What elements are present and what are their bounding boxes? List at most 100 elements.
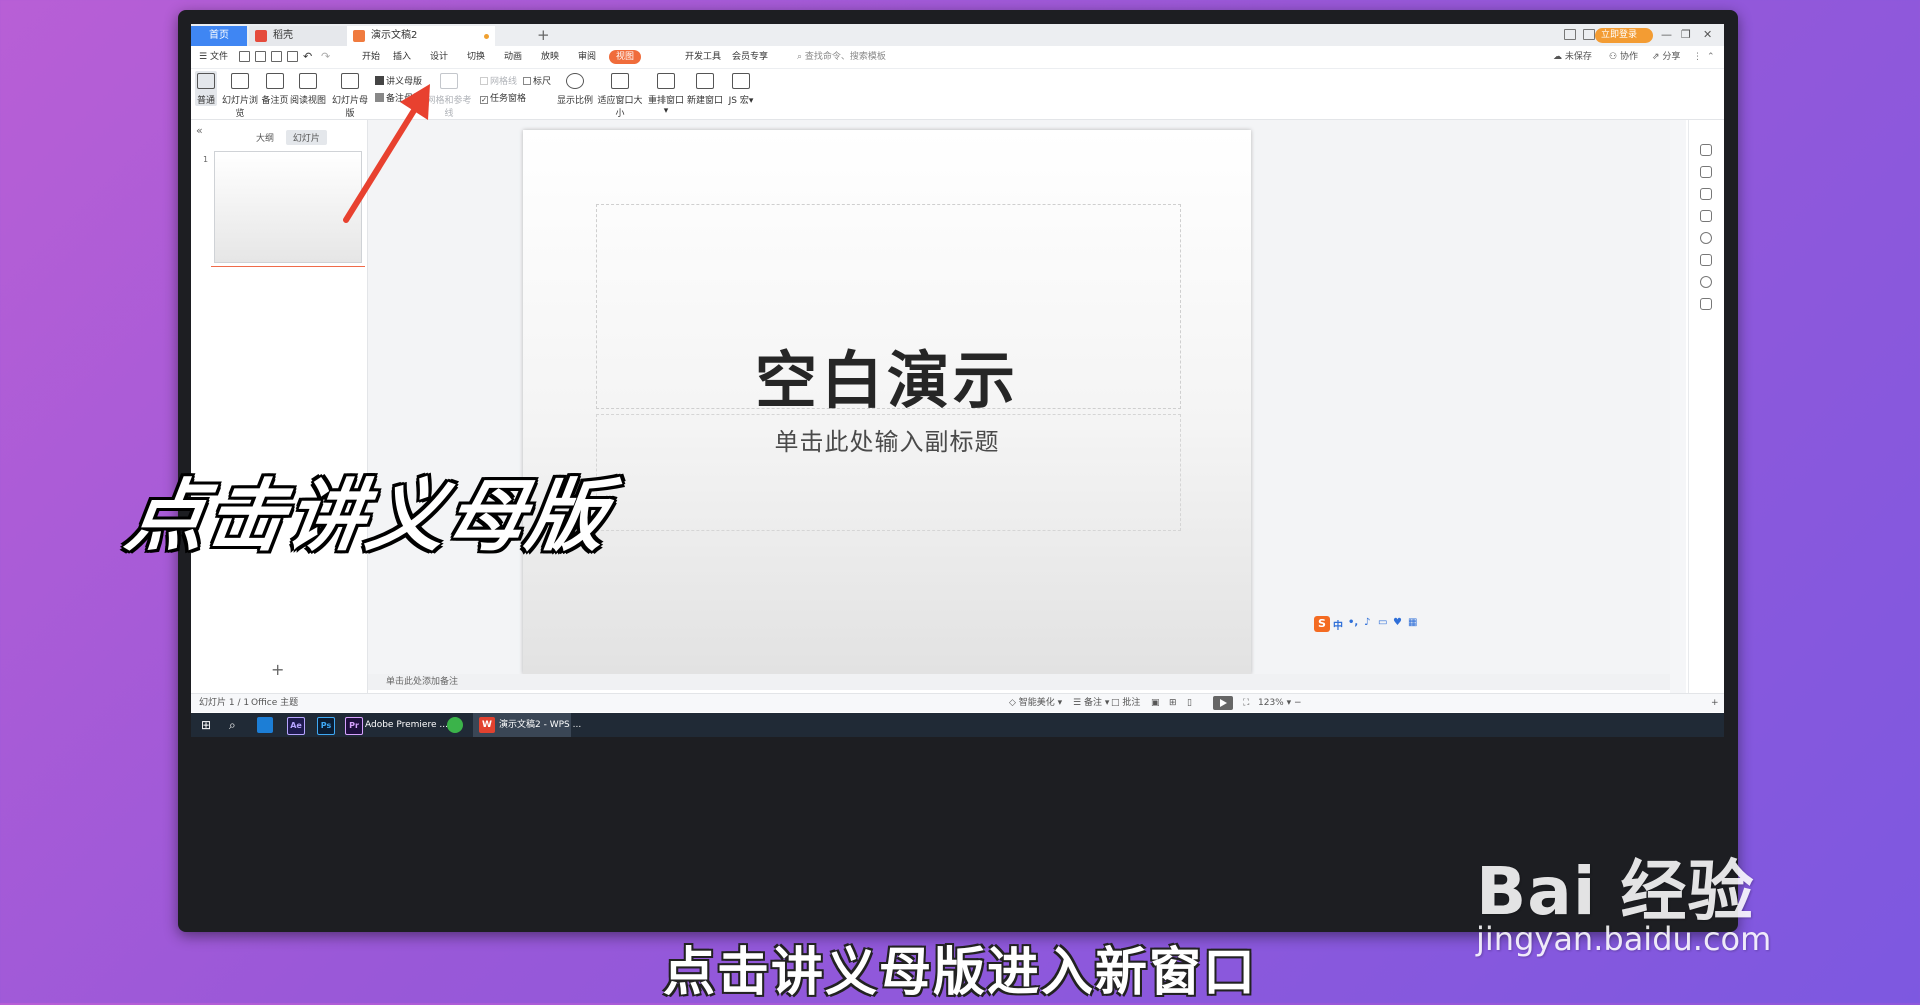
- slide-number: 1: [203, 155, 209, 164]
- tab-home-label: 首页: [209, 30, 229, 41]
- file-menu[interactable]: ☰ 文件: [199, 46, 228, 68]
- task-pane-label: 任务窗格: [490, 94, 527, 104]
- tab-daoke-label: 稻壳: [273, 30, 293, 41]
- collab-button[interactable]: ⚇ 协作: [1609, 46, 1638, 68]
- premiere-icon[interactable]: Pr: [345, 717, 363, 735]
- apps-grid-icon[interactable]: [1583, 29, 1595, 40]
- mic-icon: ♪: [1364, 617, 1371, 628]
- image-icon[interactable]: [1700, 254, 1712, 266]
- fit-window-button[interactable]: 适应窗口大小: [595, 71, 645, 119]
- slide[interactable]: 空白演示 单击此处输入副标题: [523, 130, 1251, 674]
- minimize-icon[interactable]: —: [1661, 24, 1672, 46]
- tab-document[interactable]: 演示文稿2: [347, 26, 495, 46]
- comments-toggle[interactable]: □ 批注: [1111, 694, 1140, 712]
- notes-page-button[interactable]: 备注页: [261, 71, 289, 106]
- menu-developer[interactable]: 开发工具: [685, 46, 721, 68]
- tab-bar: 首页 稻壳 演示文稿2 + 立即登录 — ❐ ✕: [191, 24, 1724, 47]
- keyboard-icon: ▭: [1378, 617, 1388, 628]
- collapse-panel-icon[interactable]: «: [196, 124, 203, 137]
- menu-insert[interactable]: 插入: [393, 46, 411, 68]
- share-button[interactable]: ⇗ 分享: [1652, 46, 1680, 68]
- redo-icon[interactable]: ↷: [321, 46, 330, 68]
- add-slide-button[interactable]: +: [271, 660, 284, 679]
- print-icon[interactable]: [271, 51, 282, 62]
- taskbar-premiere[interactable]: Adobe Premiere ...: [365, 717, 448, 733]
- new-tab-button[interactable]: +: [537, 24, 550, 46]
- slide-count: 幻灯片 1 / 1: [199, 698, 250, 708]
- zoom-ratio-button[interactable]: 显示比例: [557, 71, 593, 106]
- unsaved-dot-icon: [484, 34, 489, 39]
- collapse-ribbon-icon[interactable]: ⌃: [1707, 46, 1715, 68]
- normal-view-button[interactable]: 普通: [195, 71, 217, 106]
- menu-view[interactable]: 视图: [609, 50, 642, 64]
- desktop-icon[interactable]: [257, 717, 273, 733]
- view-sorter-icon[interactable]: ⊞: [1169, 694, 1177, 712]
- zoom-out-icon[interactable]: −: [1294, 694, 1302, 712]
- view-normal-icon[interactable]: ▣: [1151, 694, 1160, 712]
- new-window-button[interactable]: 新建窗口: [687, 71, 723, 106]
- login-label: 立即登录: [1601, 30, 1638, 40]
- slide-subtitle[interactable]: 单击此处输入副标题: [523, 422, 1251, 457]
- notes-toggle[interactable]: ☰ 备注 ▾: [1073, 694, 1109, 712]
- tab-outline[interactable]: 大纲: [249, 130, 281, 145]
- windows-start-icon[interactable]: ⊞: [201, 717, 211, 733]
- zoom-icon: [566, 73, 584, 89]
- arrow-shaft: [343, 101, 421, 223]
- browser-icon[interactable]: [447, 717, 463, 733]
- slide-browse-button[interactable]: 幻灯片浏览: [219, 71, 261, 119]
- menu-design[interactable]: 设计: [430, 46, 448, 68]
- help-icon[interactable]: [1700, 232, 1712, 244]
- object-attributes-icon[interactable]: [1700, 144, 1712, 156]
- menu-member[interactable]: 会员专享: [732, 46, 768, 68]
- js-macro-button[interactable]: JS 宏▾: [725, 71, 757, 106]
- undo-icon[interactable]: ↶: [303, 46, 312, 68]
- beautify-button[interactable]: ◇ 智能美化 ▾: [1009, 694, 1062, 712]
- right-sidebar: [1688, 120, 1724, 693]
- ruler-checkbox[interactable]: 标尺: [523, 74, 551, 87]
- save-icon[interactable]: [239, 51, 250, 62]
- menu-transition[interactable]: 切换: [467, 46, 485, 68]
- gridlines-checkbox[interactable]: 网格线: [480, 74, 517, 87]
- tab-home[interactable]: 首页: [191, 26, 247, 46]
- book-icon[interactable]: [1700, 298, 1712, 310]
- menu-slideshow[interactable]: 放映: [541, 46, 559, 68]
- vertical-scrollbar[interactable]: [1670, 120, 1686, 693]
- notes-bar[interactable]: 单击此处添加备注: [368, 674, 1670, 690]
- menu-start[interactable]: 开始: [362, 46, 380, 68]
- print-preview-icon[interactable]: [287, 51, 298, 62]
- fit-slide-icon[interactable]: ⛶: [1243, 694, 1249, 712]
- tab-daoke[interactable]: 稻壳: [249, 26, 347, 46]
- export-icon[interactable]: [255, 51, 266, 62]
- play-slideshow-icon[interactable]: [1213, 696, 1233, 710]
- slide-title[interactable]: 空白演示: [523, 330, 1251, 420]
- slide-browse-label: 幻灯片浏览: [221, 96, 258, 119]
- layout-icon[interactable]: [1564, 29, 1576, 40]
- template-icon[interactable]: [1700, 210, 1712, 222]
- more-menu-icon[interactable]: ⋮: [1693, 46, 1702, 68]
- command-search[interactable]: ⌕ 查找命令、搜索模板: [797, 46, 886, 68]
- tab-slides[interactable]: 幻灯片: [285, 130, 327, 145]
- taskbar-search-icon[interactable]: ⌕: [229, 717, 236, 733]
- reading-view-button[interactable]: 阅读视图: [290, 71, 326, 106]
- location-icon[interactable]: [1700, 276, 1712, 288]
- after-effects-icon[interactable]: Ae: [287, 717, 305, 735]
- menu-review[interactable]: 审阅: [578, 46, 596, 68]
- arrow-head: [400, 84, 430, 120]
- task-pane-checkbox[interactable]: ✓ 任务窗格: [480, 91, 526, 104]
- photoshop-icon[interactable]: Ps: [317, 717, 335, 735]
- zoom-level[interactable]: 123% ▾: [1258, 694, 1291, 712]
- windows-taskbar: ⊞ ⌕ Ae Ps Pr Adobe Premiere ... W 演示文稿2 …: [191, 713, 1724, 737]
- arrange-window-button[interactable]: 重排窗口▾: [647, 71, 685, 116]
- unsaved-status[interactable]: ☁ 未保存: [1553, 46, 1592, 68]
- menu-animation[interactable]: 动画: [504, 46, 522, 68]
- pin-icon[interactable]: [1700, 188, 1712, 200]
- login-button[interactable]: 立即登录: [1595, 28, 1653, 43]
- zoom-in-icon[interactable]: +: [1711, 694, 1719, 712]
- settings-sliders-icon[interactable]: [1700, 166, 1712, 178]
- editing-canvas: 空白演示 单击此处输入副标题: [368, 120, 1670, 675]
- view-reading-icon[interactable]: ▯: [1187, 694, 1192, 712]
- restore-icon[interactable]: ❐: [1681, 24, 1691, 46]
- taskbar-wps[interactable]: 演示文稿2 - WPS ...: [499, 717, 581, 733]
- ruler-checkbox-box: [523, 77, 531, 85]
- close-icon[interactable]: ✕: [1703, 24, 1712, 46]
